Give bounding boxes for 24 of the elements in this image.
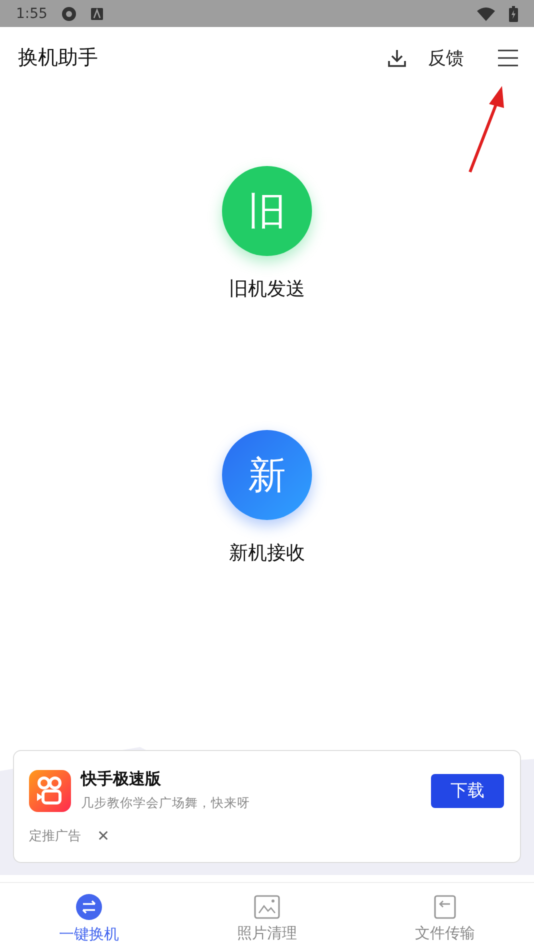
wifi-icon — [477, 6, 495, 20]
menu-button[interactable] — [498, 48, 518, 66]
ad-description: 几步教你学会广场舞，快来呀 — [81, 795, 251, 812]
app-logo-icon — [29, 770, 71, 812]
download-button[interactable]: 下载 — [431, 774, 504, 808]
battery-icon — [509, 6, 518, 22]
feedback-button[interactable]: 反馈 — [428, 46, 464, 70]
action-label: 旧机发送 — [229, 277, 305, 302]
action-button[interactable]: 新 — [222, 430, 312, 520]
photo-icon — [254, 894, 280, 918]
nav-tab[interactable]: 文件传输 — [356, 883, 534, 950]
file-transfer-icon — [432, 894, 458, 918]
app-title: 换机助手 — [18, 44, 99, 71]
ad-tag: 定推广告 — [29, 827, 81, 845]
close-button[interactable]: ✕ — [97, 827, 110, 845]
nav-tab[interactable]: 照片清理 — [178, 883, 356, 950]
status-time: 1:55 — [16, 6, 48, 22]
keyboard-notification-icon — [91, 8, 104, 20]
action-label: 新机接收 — [229, 541, 305, 566]
switch-icon — [76, 894, 102, 920]
nav-tab[interactable]: 一键换机 — [0, 883, 178, 950]
app-notification-icon — [61, 6, 78, 22]
download-button[interactable] — [388, 48, 406, 66]
ad-app-name: 快手极速版 — [81, 769, 162, 790]
